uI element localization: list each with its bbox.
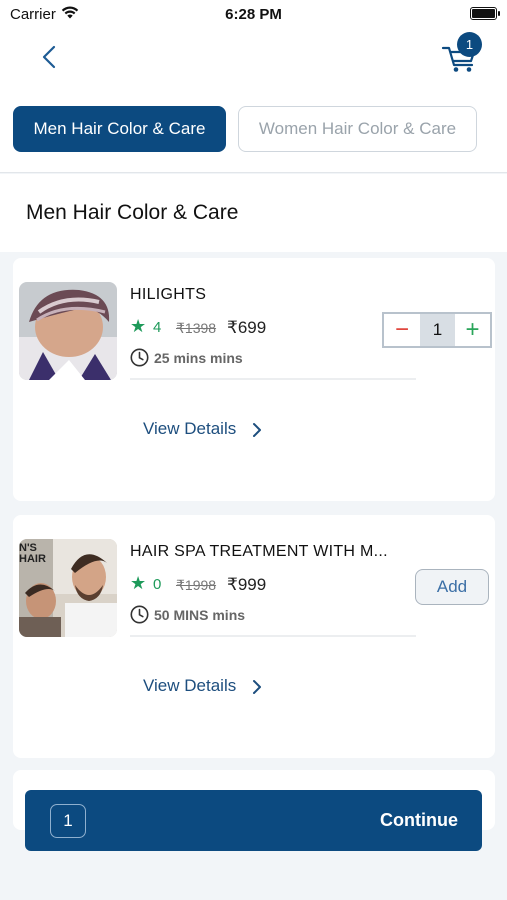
add-button[interactable]: Add	[415, 569, 489, 605]
service-name: HILIGHTS	[130, 286, 207, 303]
battery-icon	[470, 7, 500, 20]
cart-item-count: 1	[50, 804, 86, 838]
service-name: HAIR SPA TREATMENT WITH M...	[130, 543, 388, 560]
service-image: N'S HAIR	[19, 539, 117, 637]
back-button[interactable]	[36, 42, 66, 72]
tab-women-hair-color-care[interactable]: Women Hair Color & Care	[238, 106, 477, 152]
increase-quantity-button[interactable]: +	[455, 314, 490, 346]
clock-icon	[130, 605, 149, 624]
service-duration: 50 MINS mins	[154, 607, 246, 623]
view-details-link[interactable]: View Details	[143, 419, 236, 439]
clock-icon	[130, 348, 149, 367]
service-card: N'S HAIR HAIR SPA TREATMENT WITH M... ★ …	[13, 515, 495, 758]
service-price: ₹999	[227, 575, 267, 594]
service-image-caption: N'S HAIR	[19, 542, 46, 565]
nav-bar: 1	[0, 30, 507, 90]
divider	[130, 378, 416, 380]
divider	[130, 635, 416, 637]
service-card: HILIGHTS ★ 4 ₹1398 ₹699 25 mins mins − 1…	[13, 258, 495, 501]
category-tabs: Men Hair Color & Care Women Hair Color &…	[0, 90, 507, 173]
quantity-value: 1	[420, 314, 455, 346]
star-icon: ★	[130, 573, 147, 593]
status-bar: Carrier 6:28 PM	[0, 0, 507, 30]
section-title: Men Hair Color & Care	[26, 201, 239, 224]
service-price: ₹699	[227, 318, 267, 337]
original-price: ₹1398	[176, 320, 217, 336]
original-price: ₹1998	[176, 577, 217, 593]
cart-count-badge: 1	[457, 32, 482, 57]
decrease-quantity-button[interactable]: −	[384, 314, 420, 346]
chevron-right-icon	[251, 678, 263, 696]
view-details-link[interactable]: View Details	[143, 676, 236, 696]
continue-button[interactable]: Continue	[380, 810, 458, 831]
service-rating: 0	[153, 576, 162, 593]
section-header: Men Hair Color & Care	[0, 174, 507, 252]
tab-men-hair-color-care[interactable]: Men Hair Color & Care	[13, 106, 226, 152]
continue-bar[interactable]: 1 Continue	[25, 790, 482, 851]
cart-icon	[440, 46, 480, 78]
service-rating: 4	[153, 319, 162, 336]
service-duration: 25 mins mins	[154, 350, 243, 366]
quantity-stepper: − 1 +	[382, 312, 492, 348]
service-image	[19, 282, 117, 380]
star-icon: ★	[130, 316, 147, 336]
status-time: 6:28 PM	[225, 6, 282, 23]
chevron-right-icon	[251, 421, 263, 439]
chevron-left-icon	[36, 45, 66, 76]
